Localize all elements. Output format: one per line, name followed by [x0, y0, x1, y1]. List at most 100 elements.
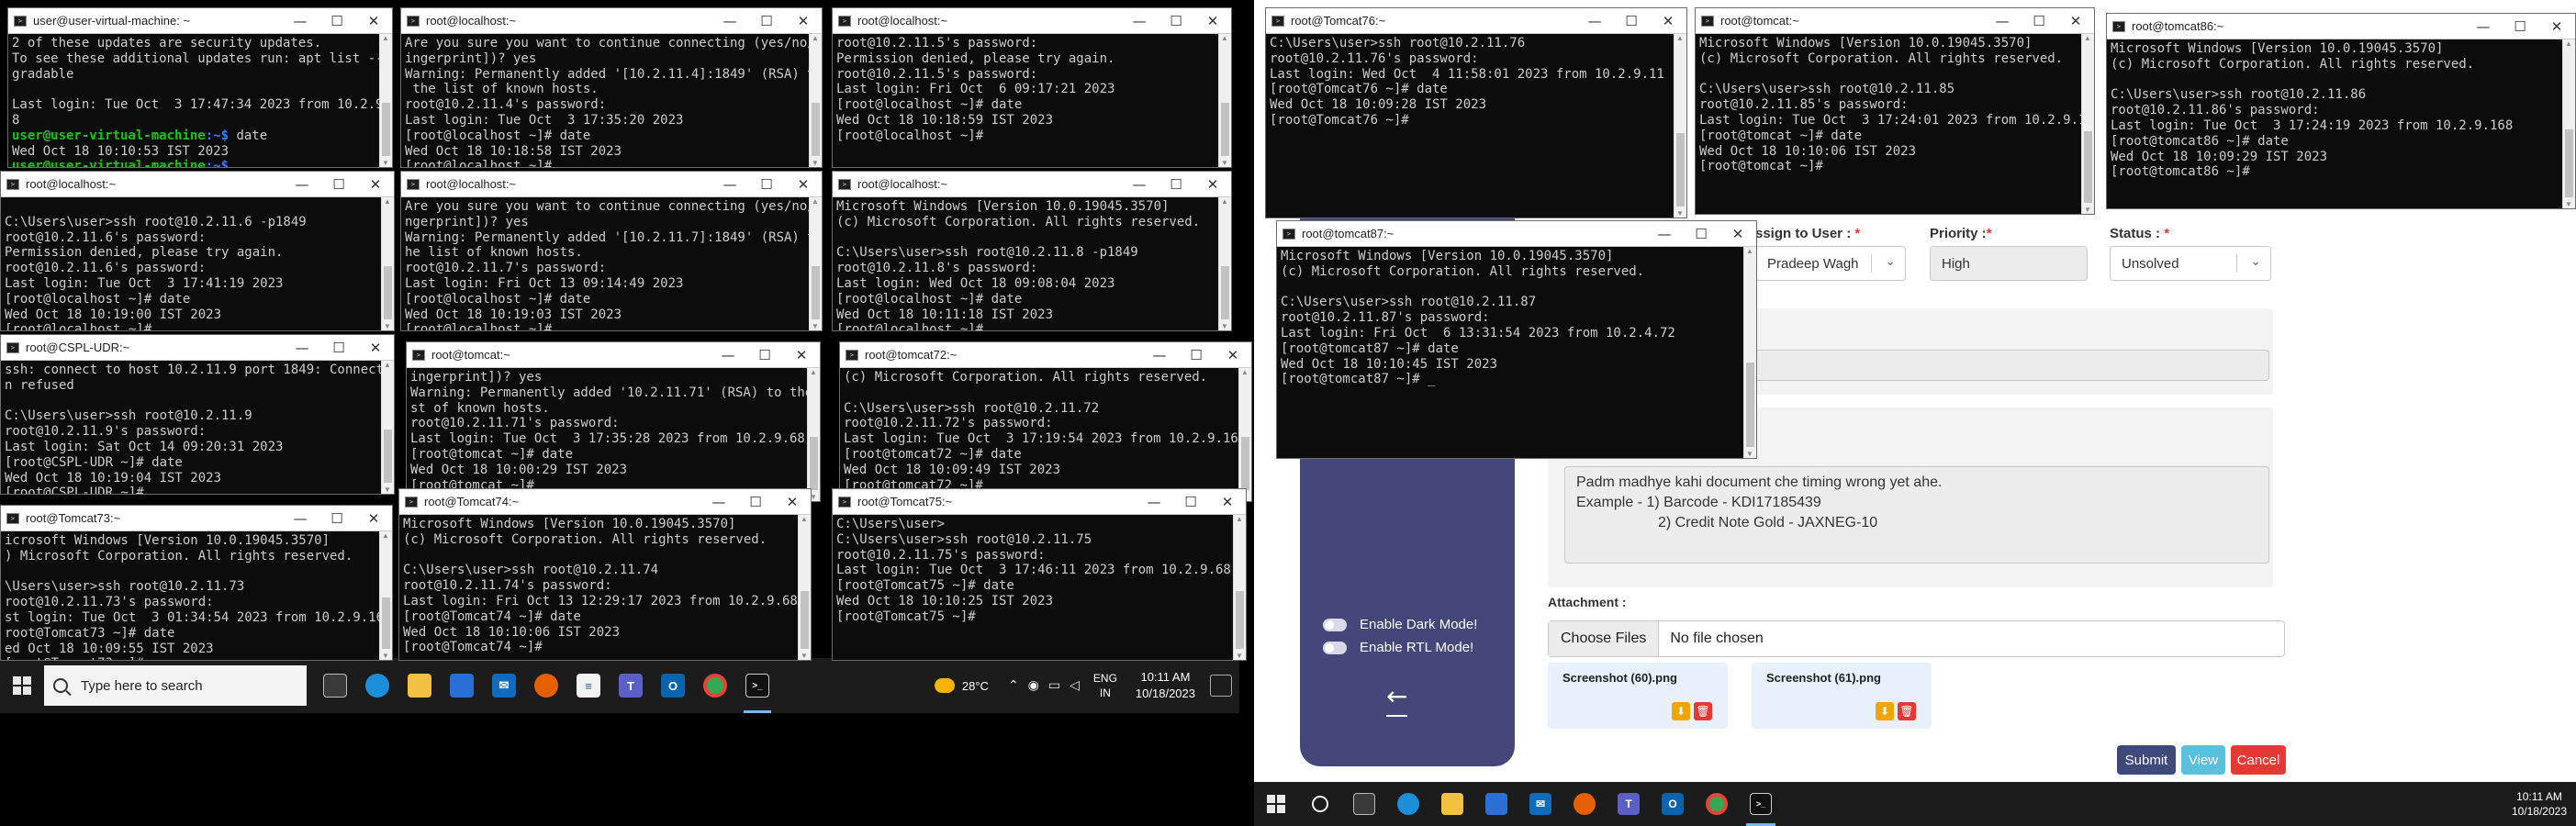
minimize-icon[interactable]: — [282, 8, 319, 34]
minimize-icon[interactable]: — [1576, 8, 1613, 34]
scrollbar[interactable] [379, 34, 392, 167]
terminal-title-bar[interactable]: > root@localhost:~ — ☐ ✕ [1, 172, 394, 197]
task-view-button[interactable] [314, 658, 356, 713]
terminal-output[interactable]: C:\Users\user> C:\Users\user>ssh root@10… [833, 515, 1246, 627]
terminal-output[interactable]: 2 of these updates are security updates.… [8, 34, 392, 167]
close-icon[interactable]: ✕ [1719, 221, 1756, 247]
taskbar-explorer[interactable] [1430, 782, 1474, 826]
close-icon[interactable]: ✕ [355, 8, 392, 34]
maximize-icon[interactable]: ☐ [1158, 8, 1194, 34]
minimize-icon[interactable]: — [700, 489, 737, 515]
terminal-title-bar[interactable]: > root@localhost:~ — ☐ ✕ [401, 8, 822, 34]
scrollbar[interactable] [1674, 34, 1686, 218]
taskbar-outlook[interactable]: O [1651, 782, 1695, 826]
taskbar-firefox[interactable] [525, 658, 567, 713]
scrollbar[interactable] [379, 531, 392, 660]
priority-field[interactable]: High [1930, 246, 2088, 281]
minimize-icon[interactable]: — [1141, 342, 1178, 368]
terminal-title-bar[interactable]: > root@localhost:~ — ☐ ✕ [833, 172, 1231, 197]
taskbar-clock[interactable]: 10:11 AM 10/18/2023 [1136, 669, 1195, 702]
scrollbar[interactable] [2081, 34, 2094, 214]
terminal-window[interactable]: > root@CSPL-UDR:~ — ☐ ✕ ssh: connect to host … [0, 334, 395, 495]
trash-icon[interactable]: 🗑 [1694, 702, 1712, 720]
close-icon[interactable]: ✕ [783, 342, 820, 368]
terminal-window[interactable]: > root@localhost:~ — ☐ ✕ Are you sure you wan… [400, 7, 823, 168]
submit-button[interactable]: Submit [2117, 745, 2176, 775]
terminal-window[interactable]: > root@tomcat:~ — ☐ ✕ ingerprint])? yes Warni… [406, 341, 821, 502]
rtl-mode-toggle[interactable]: Enable RTL Mode! [1323, 640, 1473, 655]
close-icon[interactable]: ✕ [355, 506, 392, 531]
download-icon[interactable]: ⬇ [1876, 702, 1894, 720]
close-icon[interactable]: ✕ [774, 489, 811, 515]
taskbar-mail[interactable]: ✉ [1518, 782, 1562, 826]
terminal-title-bar[interactable]: > root@localhost:~ — ☐ ✕ [833, 8, 1231, 34]
minimize-icon[interactable]: — [1646, 221, 1683, 247]
close-icon[interactable]: ✕ [357, 172, 394, 197]
terminal-window[interactable]: > root@tomcat72:~ — ☐ ✕ (c) Microsoft Corpora… [839, 341, 1252, 502]
scrollbar[interactable] [809, 197, 822, 330]
maximize-icon[interactable]: ☐ [1613, 8, 1650, 34]
terminal-title-bar[interactable]: > root@Tomcat74:~ — ☐ ✕ [399, 489, 811, 515]
terminal-window[interactable]: > root@localhost:~ — ☐ ✕ root@10.2.11.5's pas… [832, 7, 1232, 168]
taskbar-edge[interactable] [356, 658, 398, 713]
file-input[interactable]: Choose Files No file chosen [1548, 620, 2285, 657]
terminal-title-bar[interactable]: > root@CSPL-UDR:~ — ☐ ✕ [1, 335, 394, 361]
maximize-icon[interactable]: ☐ [320, 335, 357, 361]
terminal-output[interactable]: (c) Microsoft Corporation. All rights re… [840, 368, 1251, 495]
scrollbar[interactable] [809, 34, 822, 167]
scrollbar[interactable] [1218, 197, 1231, 330]
maximize-icon[interactable]: ☐ [1683, 221, 1719, 247]
maximize-icon[interactable]: ☐ [1158, 172, 1194, 197]
taskbar-terminal[interactable]: >_ [736, 658, 778, 713]
description-textarea[interactable]: Padm madhye kahi document che timing wro… [1564, 466, 2269, 564]
terminal-window[interactable]: > root@localhost:~ — ☐ ✕ Are you sure you wan… [400, 171, 823, 331]
scrollbar[interactable] [2562, 39, 2575, 208]
terminal-title-bar[interactable]: > root@Tomcat76:~ — ☐ ✕ [1266, 8, 1686, 34]
dark-mode-toggle[interactable]: Enable Dark Mode! [1323, 617, 1477, 632]
close-icon[interactable]: ✕ [2538, 14, 2575, 39]
close-icon[interactable]: ✕ [357, 335, 394, 361]
terminal-window[interactable]: > root@tomcat86:~ — ☐ ✕ Microsoft Windows [Ve… [2106, 13, 2576, 209]
maximize-icon[interactable]: ☐ [319, 506, 355, 531]
terminal-window[interactable]: > root@tomcat87:~ — ☐ ✕ Microsoft Windows [Ve… [1276, 220, 1757, 459]
task-view-button[interactable] [1342, 782, 1386, 826]
search-button[interactable] [1298, 782, 1342, 826]
cancel-button[interactable]: Cancel [2231, 745, 2286, 775]
maximize-icon[interactable]: ☐ [2021, 8, 2057, 34]
record-icon[interactable]: ◉ [1028, 678, 1039, 693]
maximize-icon[interactable]: ☐ [748, 8, 785, 34]
taskbar-store[interactable] [441, 658, 483, 713]
terminal-window[interactable]: > root@localhost:~ — ☐ ✕ C:\Users\user>ssh r… [0, 171, 395, 331]
back-arrow-icon[interactable]: ← [1386, 681, 1408, 717]
close-icon[interactable]: ✕ [1215, 342, 1251, 368]
maximize-icon[interactable]: ☐ [746, 342, 783, 368]
terminal-title-bar[interactable]: > root@tomcat87:~ — ☐ ✕ [1277, 221, 1756, 247]
chevron-up-icon[interactable]: ⌃ [1008, 678, 1019, 693]
minimize-icon[interactable]: — [711, 8, 748, 34]
terminal-output[interactable]: root@10.2.11.5's password: Permission de… [833, 34, 1231, 146]
minimize-icon[interactable]: — [284, 335, 320, 361]
taskbar-store[interactable] [1474, 782, 1518, 826]
terminal-output[interactable]: icrosoft Windows [Version 10.0.19045.357… [1, 531, 392, 660]
language-indicator[interactable]: ENG IN [1093, 671, 1117, 700]
trash-icon[interactable]: 🗑 [1898, 702, 1916, 720]
weather-widget[interactable]: 28°C [934, 678, 989, 693]
close-icon[interactable]: ✕ [1194, 172, 1231, 197]
close-icon[interactable]: ✕ [785, 8, 822, 34]
close-icon[interactable]: ✕ [1194, 8, 1231, 34]
taskbar-clock[interactable]: 10:11 AM 10/18/2023 [2512, 789, 2567, 819]
terminal-window[interactable]: > user@user-virtual-machine: ~ — ☐ ✕ 2 of the… [7, 7, 393, 168]
taskbar-teams[interactable]: T [610, 658, 652, 713]
scrollbar[interactable] [381, 361, 394, 494]
terminal-output[interactable]: Are you sure you want to continue connec… [401, 34, 822, 167]
terminal-title-bar[interactable]: > root@tomcat72:~ — ☐ ✕ [840, 342, 1251, 368]
terminal-output[interactable]: Are you sure you want to continue connec… [401, 197, 822, 330]
maximize-icon[interactable]: ☐ [320, 172, 357, 197]
download-icon[interactable]: ⬇ [1672, 702, 1690, 720]
terminal-window[interactable]: > root@tomcat:~ — ☐ ✕ Microsoft Windows [Vers… [1695, 7, 2095, 215]
taskbar-explorer[interactable] [398, 658, 441, 713]
terminal-output[interactable]: C:\Users\user>ssh root@10.2.11.6 -p1849 … [1, 197, 394, 330]
minimize-icon[interactable]: — [1136, 489, 1172, 515]
minimize-icon[interactable]: — [710, 342, 746, 368]
terminal-output[interactable]: Microsoft Windows [Version 10.0.19045.35… [2107, 39, 2575, 182]
